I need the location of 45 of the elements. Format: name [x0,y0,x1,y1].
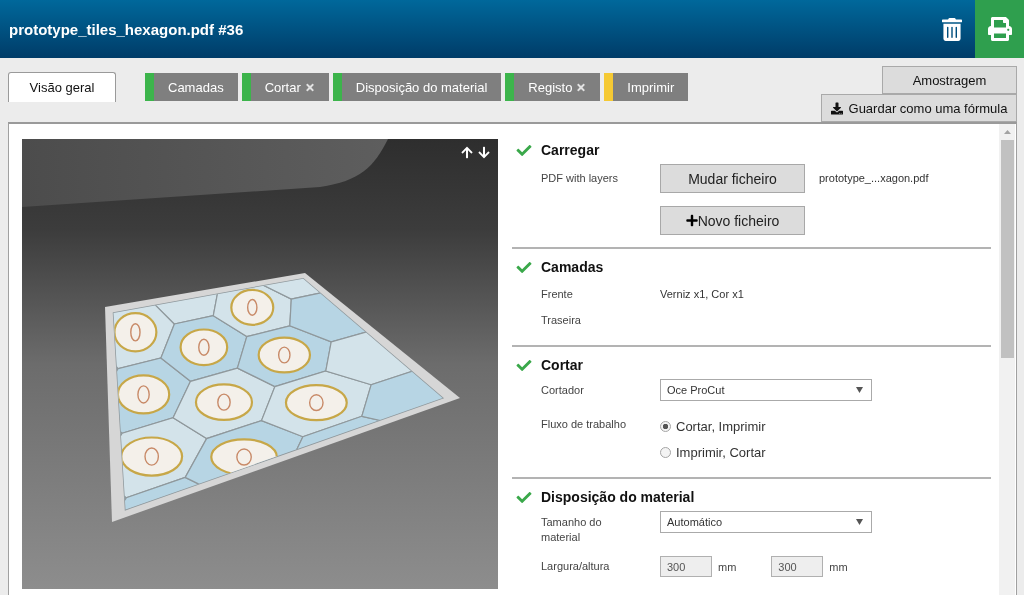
caret-down-icon [856,387,863,393]
field-label: Tamanho do material [541,515,603,545]
field-label: Fluxo de trabalho [541,417,627,432]
sampling-button[interactable]: Amostragem [882,66,1017,94]
step-tab[interactable]: Registo [505,73,601,101]
field-value: Verniz x1, Cor x1 [660,286,744,302]
unit-label: mm [829,560,848,573]
delete-button[interactable] [942,16,962,42]
section-heading: Camadas [541,259,604,275]
plus-icon [685,214,698,227]
printer-icon [987,17,1012,41]
download-icon [830,101,843,115]
dimension-input[interactable]: 300 [771,556,824,577]
arrow-up-icon [461,146,473,159]
scrollbar-thumb[interactable] [1000,140,1014,358]
trash-icon [942,16,962,42]
move-up-button[interactable] [461,146,473,159]
dropdown-select[interactable]: Oce ProCut [660,379,872,401]
step-tab[interactable]: Cortar [241,73,329,101]
field-label: Cortador [541,383,585,398]
field-label: Frente [541,286,574,302]
step-tab[interactable]: Disposição do material [332,73,502,101]
change-file-button[interactable]: Mudar ficheiro [660,164,805,193]
print-button[interactable] [975,0,1024,58]
overview-tab[interactable]: Visão geral [8,72,116,102]
step-tab[interactable]: Camadas [145,73,238,101]
section-heading: Disposição do material [541,489,695,505]
caret-down-icon [856,519,863,525]
radio-option[interactable]: Imprimir, Cortar [660,439,766,465]
new-file-button[interactable]: Novo ficheiro [660,206,805,235]
arrow-down-icon [478,146,490,159]
field-label: PDF with layers [541,171,620,186]
dropdown-select[interactable]: Automático [660,511,872,533]
dimension-input[interactable]: 300 [660,556,712,577]
document-title: prototype_tiles_hexagon.pdf #36 [8,20,245,38]
file-name: prototype_...xagon.pdf [819,171,929,186]
save-template-button[interactable]: Guardar como uma fórmula [821,94,1017,122]
section-heading: Cortar [541,357,583,373]
radio-option[interactable]: Cortar, Imprimir [660,413,766,439]
field-label: Traseira [541,312,582,328]
move-down-button[interactable] [478,146,490,159]
step-tab[interactable]: Imprimir [604,73,689,101]
field-label: Largura/altura [541,559,611,574]
section-heading: Carregar [541,142,600,158]
unit-label: mm [718,560,737,573]
